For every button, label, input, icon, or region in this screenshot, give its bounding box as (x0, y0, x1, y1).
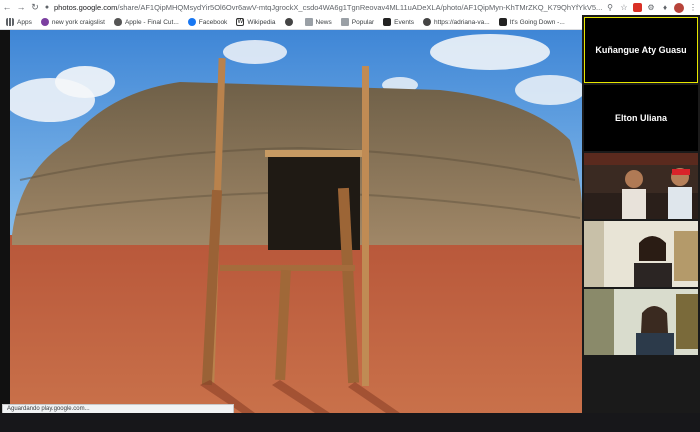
bookmark-apple[interactable]: Apple - Final Cut... (113, 18, 179, 26)
bookmark-facebook[interactable]: Facebook (187, 18, 228, 26)
profile-avatar[interactable] (674, 2, 684, 13)
bookmark-wikipedia[interactable]: W Wikipedia (236, 18, 276, 26)
participant-video-tile[interactable] (584, 153, 698, 219)
peace-icon (40, 18, 49, 26)
video-feed (584, 221, 698, 287)
bookmark-label: Apps (17, 18, 32, 26)
events-icon (383, 18, 392, 26)
bookmark-label: Events (394, 18, 415, 26)
globe-icon (284, 18, 293, 26)
site-icon (498, 18, 507, 26)
participant-video-tile[interactable] (584, 289, 698, 355)
taskbar-strip (0, 413, 700, 432)
back-icon[interactable]: ← (0, 0, 14, 15)
bookmark-label: News (315, 18, 332, 26)
browser-toolbar: ← → ↻ ● photos.google.com/share/AF1QipMH… (0, 0, 700, 15)
participants-panel: Kuñangue Aty Guasu Elton Uliana (582, 15, 700, 413)
bookmark-popular[interactable]: Popular (340, 18, 375, 26)
menu-icon[interactable]: ⋮ (687, 2, 699, 13)
participant-tile-active-speaker[interactable]: Kuñangue Aty Guasu (584, 17, 698, 83)
lock-icon[interactable]: ● (42, 4, 52, 11)
bookmarks-bar: Apps new york craigslist Apple - Final C… (0, 15, 582, 30)
thatched-house-photo (10, 30, 583, 413)
facebook-icon (187, 18, 196, 26)
apps-grid-icon (6, 18, 14, 26)
bookmark-label: Apple - Final Cut... (124, 18, 179, 26)
zoom-icon[interactable]: ⚲ (604, 2, 616, 13)
url-host: photos.google.com (54, 3, 118, 12)
wikipedia-icon: W (236, 18, 245, 26)
reload-icon[interactable]: ↻ (28, 0, 42, 15)
bookmark-adriana[interactable]: https://adriana-va... (423, 18, 490, 26)
participant-video-tile[interactable] (584, 221, 698, 287)
screen: ← → ↻ ● photos.google.com/share/AF1QipMH… (0, 0, 700, 432)
bookmark-label: Wikipedia (247, 18, 276, 26)
participant-name: Kuñangue Aty Guasu (595, 45, 687, 55)
url-path: /share/AF1QipMHQMsydYir5Ol6Ovr6awV-mtqJg… (117, 3, 603, 12)
folder-icon (304, 18, 313, 26)
extension-icon[interactable] (633, 3, 642, 12)
folder-icon (340, 18, 349, 26)
extensions-puzzle-icon[interactable]: ♦ (659, 2, 671, 13)
bookmark-its-going-down[interactable]: It's Going Down -... (498, 18, 565, 26)
bookmark-craigslist[interactable]: new york craigslist (40, 18, 105, 26)
video-feed (584, 289, 698, 355)
site-icon (423, 18, 432, 26)
participant-tile[interactable]: Elton Uliana (584, 85, 698, 151)
bookmark-globe[interactable] (284, 18, 296, 26)
bookmark-events[interactable]: Events (383, 18, 414, 26)
forward-icon[interactable]: → (14, 0, 28, 15)
bookmark-star-icon[interactable]: ☆ (618, 2, 630, 13)
participant-name: Elton Uliana (614, 113, 667, 123)
video-feed (584, 153, 698, 219)
extension-icon[interactable]: ⚙ (645, 2, 657, 13)
bookmark-label: https://adriana-va... (434, 18, 490, 26)
apple-icon (113, 18, 122, 26)
address-bar[interactable]: photos.google.com/share/AF1QipMHQMsydYir… (52, 0, 603, 15)
shared-photo[interactable] (10, 30, 583, 413)
bookmark-label: Facebook (198, 18, 228, 26)
bookmark-apps[interactable]: Apps (6, 18, 32, 26)
bookmark-label: Popular (351, 18, 375, 26)
bookmark-label: It's Going Down -... (509, 18, 565, 26)
bookmark-news[interactable]: News (304, 18, 332, 26)
bookmark-label: new york craigslist (51, 18, 105, 26)
